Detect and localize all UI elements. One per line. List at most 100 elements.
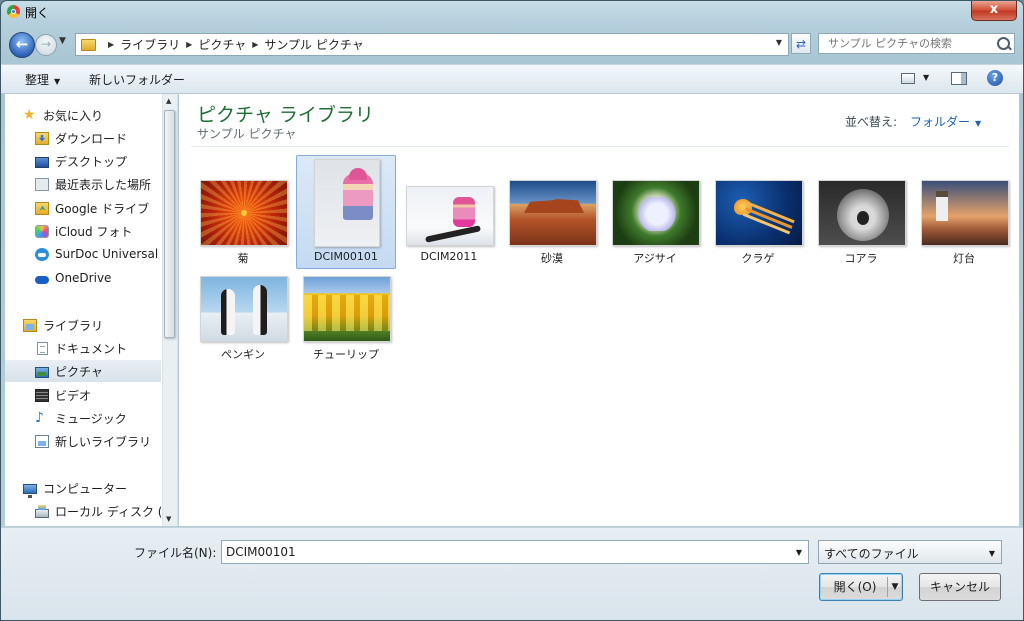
nav-label: 新しいライブラリ xyxy=(55,434,152,449)
new-library-icon xyxy=(35,434,49,448)
open-split-dropdown-icon[interactable]: ▼ xyxy=(887,577,902,597)
search-box[interactable] xyxy=(818,33,1015,54)
breadcrumb-pictures[interactable]: ピクチャ xyxy=(198,36,246,53)
chevron-right-icon[interactable]: ▶ xyxy=(252,40,258,49)
file-tile[interactable]: クラゲ xyxy=(708,155,808,269)
nav-item-favorites[interactable]: ★ お気に入り xyxy=(23,104,177,126)
file-tile[interactable]: ペンギン xyxy=(193,251,293,365)
pictures-icon xyxy=(35,366,49,378)
onedrive-icon xyxy=(35,276,49,284)
filename-dropdown-icon[interactable]: ▼ xyxy=(796,548,802,557)
surdoc-icon xyxy=(35,247,49,261)
organize-button[interactable]: 整理 ▼ xyxy=(25,71,60,88)
nav-label: iCloud フォト xyxy=(55,224,133,239)
breadcrumb-libraries[interactable]: ライブラリ xyxy=(120,36,180,53)
filename-label: ファイル名(N): xyxy=(134,546,217,560)
sort-label: 並べ替え: xyxy=(845,115,898,129)
new-folder-button[interactable]: 新しいフォルダー xyxy=(89,71,185,88)
nav-item-desktop[interactable]: デスクトップ xyxy=(35,150,177,172)
file-type-value: すべてのファイル xyxy=(824,547,919,561)
nav-item-pictures[interactable]: ピクチャ xyxy=(5,360,161,382)
file-tile[interactable]: 砂漠 xyxy=(502,155,602,269)
cancel-button[interactable]: キャンセル xyxy=(919,573,1001,601)
sort-value: フォルダー xyxy=(910,115,971,129)
documents-icon xyxy=(37,341,48,355)
view-options-icon[interactable] xyxy=(901,73,915,84)
search-icon[interactable] xyxy=(997,37,1010,50)
nav-item-new-library[interactable]: 新しいライブラリ xyxy=(35,430,177,452)
address-history-dropdown[interactable]: ▼ xyxy=(776,38,782,47)
file-name: チューリップ xyxy=(313,348,379,361)
nav-item-surdoc[interactable]: SurDoc Universal S xyxy=(35,243,161,265)
computer-icon xyxy=(23,483,37,498)
icloud-photos-icon xyxy=(35,224,49,238)
nav-item-local-disk[interactable]: ローカル ディスク ( xyxy=(35,500,161,522)
filename-input[interactable] xyxy=(222,541,766,559)
breadcrumb-sample-pictures[interactable]: サンプル ピクチャ xyxy=(264,36,363,53)
divider xyxy=(191,146,1009,147)
help-button[interactable]: ? xyxy=(987,70,1003,86)
file-name: クラゲ xyxy=(741,252,775,265)
file-name: アジサイ xyxy=(633,252,677,265)
file-thumbnail xyxy=(818,180,906,246)
music-icon: ♪ xyxy=(35,409,44,426)
nav-item-libraries[interactable]: ライブラリ xyxy=(23,314,177,336)
preview-pane-icon[interactable] xyxy=(951,72,967,85)
download-folder-icon xyxy=(35,131,49,145)
file-type-select[interactable]: すべてのファイル ▼ xyxy=(818,540,1002,564)
nav-label: お気に入り xyxy=(43,108,104,123)
window-title: 開く xyxy=(25,6,50,20)
file-thumbnail xyxy=(715,180,803,246)
file-thumbnail xyxy=(921,180,1009,246)
nav-item-videos[interactable]: ビデオ xyxy=(35,384,177,406)
search-input[interactable] xyxy=(819,34,988,50)
chevron-right-icon[interactable]: ▶ xyxy=(186,40,192,49)
forward-button[interactable]: → xyxy=(35,34,57,56)
view-dropdown-icon[interactable]: ▼ xyxy=(923,73,929,82)
close-button[interactable]: x xyxy=(971,1,1017,21)
title-bar: 開く x xyxy=(1,1,1023,23)
file-thumbnail xyxy=(200,276,288,342)
address-bar[interactable]: ▶ ライブラリ ▶ ピクチャ ▶ サンプル ピクチャ ▼ xyxy=(75,33,789,56)
file-tile[interactable]: DCIM2011 xyxy=(399,155,499,269)
sort-by-dropdown[interactable]: フォルダー ▼ xyxy=(910,113,981,130)
nav-label: ライブラリ xyxy=(43,318,104,333)
nav-label: ローカル ディスク ( xyxy=(55,504,161,519)
file-tile[interactable]: コアラ xyxy=(811,155,911,269)
chevron-down-icon: ▼ xyxy=(54,77,61,86)
nav-item-music[interactable]: ♪ ミュージック xyxy=(35,407,177,429)
recent-locations-dropdown[interactable]: ▼ xyxy=(59,36,66,46)
scroll-up-icon[interactable]: ▲ xyxy=(166,97,171,105)
file-tile[interactable]: 灯台 xyxy=(914,155,1014,269)
file-thumbnail xyxy=(406,186,494,246)
nav-item-recent-places[interactable]: 最近表示した場所 xyxy=(35,173,177,195)
videos-icon xyxy=(35,388,49,402)
scrollbar-thumb[interactable] xyxy=(164,110,175,338)
scroll-down-icon[interactable]: ▼ xyxy=(166,515,171,523)
navigation-pane[interactable]: ★ お気に入り ダウンロード デスクトップ 最近表示した場所 Google ドライ… xyxy=(5,94,178,526)
chevron-right-icon[interactable]: ▶ xyxy=(108,40,114,49)
file-tile[interactable]: アジサイ xyxy=(605,155,705,269)
nav-item-icloud-photos[interactable]: iCloud フォト xyxy=(35,220,177,242)
nav-item-google-drive[interactable]: Google ドライブ xyxy=(35,197,177,219)
nav-item-downloads[interactable]: ダウンロード xyxy=(35,127,177,149)
nav-scrollbar[interactable]: ▲ ▼ xyxy=(162,94,177,526)
nav-item-computer[interactable]: コンピューター xyxy=(23,477,177,499)
back-button[interactable]: ← xyxy=(9,32,35,58)
nav-label: コンピューター xyxy=(43,481,128,496)
nav-item-documents[interactable]: ドキュメント xyxy=(35,337,177,359)
file-thumbnail xyxy=(612,180,700,246)
open-button[interactable]: 開く(O) ▼ xyxy=(819,573,903,601)
file-name: ペンギン xyxy=(221,348,265,361)
file-name: 砂漠 xyxy=(541,252,563,265)
file-tile[interactable]: チューリップ xyxy=(296,251,396,365)
open-dialog: 開く x ← → ▼ ▶ ライブラリ ▶ ピクチャ ▶ サンプル ピクチャ ▼ … xyxy=(0,0,1024,621)
nav-label: ビデオ xyxy=(55,388,92,403)
file-thumbnail xyxy=(314,159,380,247)
folder-icon xyxy=(81,38,96,51)
library-title: ピクチャ ライブラリ xyxy=(197,104,374,126)
nav-item-onedrive[interactable]: OneDrive xyxy=(35,267,177,289)
filename-combobox[interactable]: ▼ xyxy=(221,540,809,564)
file-list-pane[interactable]: ピクチャ ライブラリ サンプル ピクチャ 並べ替え: フォルダー ▼ 菊 DCIM… xyxy=(179,94,1019,526)
refresh-button[interactable]: ⇄ xyxy=(791,33,811,54)
